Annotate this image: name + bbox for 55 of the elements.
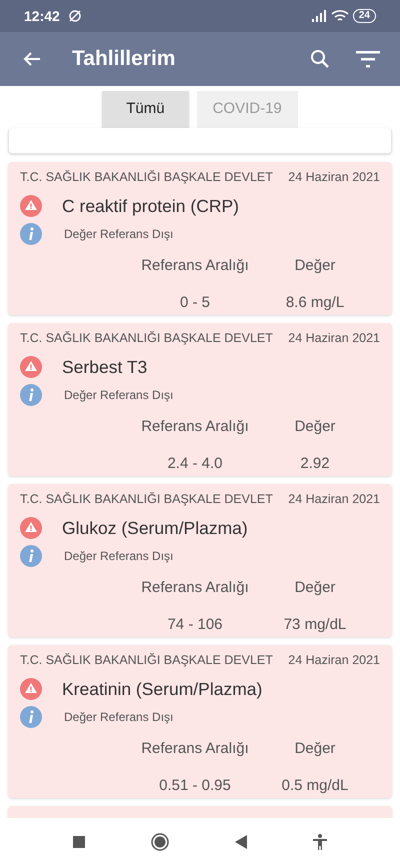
info-icon[interactable] xyxy=(20,223,42,245)
result-value: 8.6 mg/L xyxy=(286,292,344,312)
home-icon[interactable] xyxy=(151,833,169,851)
info-icon[interactable] xyxy=(20,545,42,567)
result-date: 24 Haziran 2021 xyxy=(288,652,380,669)
test-name: C reaktif protein (CRP) xyxy=(62,194,239,218)
warning-icon xyxy=(20,516,42,539)
filter-icon xyxy=(356,49,380,69)
clock: 12:42 xyxy=(24,6,60,26)
result-value: 2.92 xyxy=(300,454,330,474)
institution-name: T.C. SAĞLIK BAKANLIĞI BAŞKALE DEVLET xyxy=(20,491,273,508)
reference-range: 74 - 106 xyxy=(167,614,223,634)
column-header: Değer xyxy=(294,256,336,276)
column-header: Referans Aralığı xyxy=(141,739,249,759)
screen-title: Tahlillerim xyxy=(72,46,176,72)
result-card[interactable]: T.C. SAĞLIK BAKANLIĞI BAŞKALE DEVLET 24 Haziran 2021 Kreatinin (Serum/Plazma) Değer Referans Dışı Referans Aralığı Değer 0.51 - 0.95 0.5 mg/dL xyxy=(8,645,392,798)
result-date: 24 Haziran 2021 xyxy=(288,169,380,186)
column-header: Referans Aralığı xyxy=(141,417,249,437)
institution-name: T.C. SAĞLIK BAKANLIĞI BAŞKALE DEVLET xyxy=(20,169,273,186)
search-icon xyxy=(310,49,330,69)
signal-icon xyxy=(310,10,327,22)
filter-tab[interactable]: Tümü xyxy=(102,90,189,128)
result-card[interactable]: T.C. SAĞLIK BAKANLIĞI BAŞKALE DEVLET 24 Haziran 2021 C reaktif protein (CRP) Değer Referans Dışı Referans Aralığı Değer 0 - 5 8.6 mg/L xyxy=(8,162,392,315)
reference-range: 2.4 - 4.0 xyxy=(167,454,223,474)
status-text: Değer Referans Dışı xyxy=(64,387,174,404)
accessibility-icon[interactable] xyxy=(313,834,327,850)
result-date: 24 Haziran 2021 xyxy=(288,491,380,508)
column-header: Referans Aralığı xyxy=(141,578,249,598)
back-icon[interactable] xyxy=(235,835,247,849)
warning-icon xyxy=(20,356,42,378)
info-icon[interactable] xyxy=(20,706,42,728)
result-card[interactable]: T.C. SAĞLIK BAKANLIĞI BAŞKALE DEVLET 24 Haziran 2021 Serbest T3 Değer Referans Dışı Referans Aralığı Değer 2.4 - 4.0 2.92 xyxy=(8,323,392,476)
test-name: Glukoz (Serum/Plazma) xyxy=(62,516,248,540)
result-date: 24 Haziran 2021 xyxy=(288,330,380,347)
info-icon[interactable] xyxy=(20,384,42,406)
column-header: Değer xyxy=(294,739,336,759)
institution-name: T.C. SAĞLIK BAKANLIĞI BAŞKALE DEVLET xyxy=(20,652,273,669)
test-name: Serbest T3 xyxy=(62,356,148,379)
result-card[interactable]: T.C. SAĞLIK BAKANLIĞI BAŞKALE DEVLET 24 Haziran 2021 Glukoz (Serum/Plazma) Değer Referans Dışı Referans Aralığı Değer 74 - 106 73 mg/dL xyxy=(8,484,392,637)
result-value: 0.5 mg/dL xyxy=(282,776,348,796)
battery-indicator: 24 xyxy=(352,9,376,23)
column-header: Değer xyxy=(294,578,336,598)
status-text: Değer Referans Dışı xyxy=(64,548,174,565)
status-text: Değer Referans Dışı xyxy=(64,709,174,726)
test-name: Kreatinin (Serum/Plazma) xyxy=(62,678,262,701)
column-header: Referans Aralığı xyxy=(141,256,249,276)
reference-range: 0 - 5 xyxy=(180,292,210,312)
wifi-icon xyxy=(330,9,349,23)
reference-range: 0.51 - 0.95 xyxy=(159,776,231,796)
warning-icon xyxy=(20,678,42,700)
institution-name: T.C. SAĞLIK BAKANLIĞI BAŞKALE DEVLET xyxy=(20,330,273,347)
status-text: Değer Referans Dışı xyxy=(64,226,174,243)
result-value: 73 mg/dL xyxy=(284,614,346,634)
warning-icon xyxy=(20,194,42,217)
column-header: Değer xyxy=(294,417,336,437)
